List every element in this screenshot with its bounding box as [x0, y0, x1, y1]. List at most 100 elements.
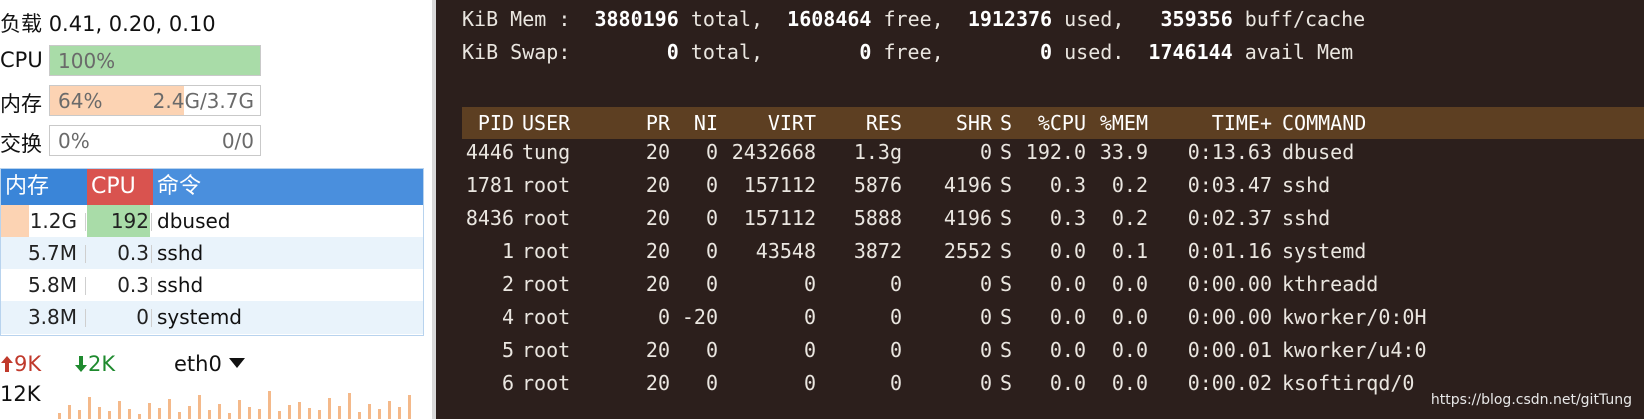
process-time-cell: 0:03.47 [1187, 173, 1272, 197]
process-user-cell: root [522, 272, 571, 296]
traffic-bar [408, 395, 411, 419]
traffic-bar [388, 401, 391, 419]
column-header-mem: %MEM [1099, 111, 1148, 135]
traffic-bar [218, 404, 221, 419]
traffic-bar [208, 410, 211, 419]
process-command: sshd [157, 273, 204, 297]
process-mem-cell: 0.0 [1111, 272, 1148, 296]
process-cpu-cell: 192 [87, 205, 153, 238]
swap-usage-bar: 0% 0/0 [49, 125, 261, 156]
process-s-cell: S [1000, 239, 1013, 263]
process-ni-cell: 0 [705, 272, 718, 296]
process-res-cell: 3872 [853, 239, 902, 263]
process-mem-value: 3.8M [27, 305, 77, 329]
process-user-cell: root [522, 206, 571, 230]
column-header-res: RES [865, 111, 902, 135]
traffic-bar [98, 407, 101, 419]
interface-name: eth0 [174, 352, 222, 376]
interface-selector[interactable]: eth0 [174, 352, 245, 376]
process-shr-cell: 0 [979, 140, 992, 164]
column-header-ni: NI [693, 111, 718, 135]
swap-avail: 1746144 [1148, 40, 1233, 64]
process-command-cell: kthreadd [1282, 272, 1379, 296]
process-command-cell: sshd [1282, 173, 1331, 197]
system-monitor-panel: 负载 0.41, 0.20, 0.10 CPU 100% 内存 64% 2.4G… [0, 0, 436, 419]
process-time-cell: 0:02.37 [1187, 206, 1272, 230]
process-row[interactable]: 5.7M 0.3 sshd [1, 237, 423, 270]
process-virt-cell: 0 [803, 338, 816, 362]
column-header-pr: PR [645, 111, 670, 135]
process-table-header: 内存 CPU 命令 [1, 169, 425, 205]
process-s-cell: S [1000, 338, 1013, 362]
cell-separator [85, 277, 86, 295]
traffic-bar [348, 393, 351, 419]
swap-label-term: KiB Swap: [462, 40, 571, 64]
process-command: dbused [157, 209, 231, 233]
column-header-memory[interactable]: 内存 [1, 169, 87, 205]
process-row[interactable]: 1.2G 192 dbused [1, 205, 423, 238]
process-res-cell: 5876 [853, 173, 902, 197]
mem-free: 1608464 [787, 7, 872, 31]
traffic-bar [298, 402, 301, 419]
arrow-down-icon [75, 356, 87, 372]
column-header-cpu[interactable]: CPU [87, 169, 153, 205]
cpu-usage-text: 100% [58, 49, 116, 73]
traffic-bar [178, 412, 181, 419]
column-header-virt: VIRT [767, 111, 816, 135]
mem-summary-line: KiB Mem : 3880196 total, 1608464 free, 1… [462, 6, 1365, 32]
memory-usage-text: 64% [58, 89, 103, 113]
terminal-top-output: KiB Mem : 3880196 total, 1608464 free, 1… [436, 0, 1644, 419]
traffic-bar [368, 404, 371, 419]
process-mem-cell: 0.0 [1111, 338, 1148, 362]
traffic-bar [68, 405, 71, 419]
process-res-cell: 0 [889, 305, 902, 329]
traffic-bar [198, 395, 201, 419]
process-shr-cell: 0 [979, 272, 992, 296]
process-time-cell: 0:00.00 [1187, 305, 1272, 329]
traffic-bar [148, 403, 151, 419]
cell-separator [151, 213, 152, 231]
caret-down-icon[interactable] [228, 358, 245, 368]
cell-separator [85, 213, 86, 231]
process-mem-cell: 0.2 [1111, 173, 1148, 197]
column-header-pid: PID [477, 111, 514, 135]
traffic-bar [248, 407, 251, 419]
process-command-cell: dbused [1282, 140, 1355, 164]
process-ni-cell: 0 [705, 140, 718, 164]
process-virt-cell: 43548 [755, 239, 816, 263]
process-cpu-value: 0.3 [117, 273, 149, 297]
process-row[interactable]: 3.8M 0 systemd [1, 301, 423, 334]
swap-total: 0 [666, 40, 679, 64]
process-mem-fill [1, 205, 30, 238]
process-time-cell: 0:00.00 [1187, 272, 1272, 296]
traffic-bar [78, 410, 81, 419]
process-s-cell: S [1000, 140, 1013, 164]
traffic-bar [358, 412, 361, 419]
process-pr-cell: 20 [645, 173, 670, 197]
process-virt-cell: 2432668 [731, 140, 816, 164]
process-pid-cell: 5 [501, 338, 514, 362]
mem-used: 1912376 [967, 7, 1053, 31]
column-header-cpu: %CPU [1037, 111, 1086, 135]
process-pr-cell: 20 [645, 206, 670, 230]
watermark: https://blog.csdn.net/gitTung [1430, 392, 1632, 408]
cell-separator [85, 245, 86, 263]
process-cpu-value: 192 [110, 209, 149, 233]
traffic-bar [108, 411, 111, 419]
load-label: 负载 [0, 12, 42, 36]
process-mem-value: 1.2G [29, 209, 77, 233]
traffic-bar [308, 408, 311, 419]
process-row[interactable]: 5.8M 0.3 sshd [1, 269, 423, 302]
process-mem-cell: 5.8M [1, 269, 87, 302]
column-header-user: USER [522, 111, 571, 135]
mem-total-label: total, [690, 7, 764, 31]
traffic-bar [288, 405, 291, 419]
process-time-cell: 0:00.02 [1187, 371, 1272, 395]
process-res-cell: 1.3g [853, 140, 902, 164]
column-header-command[interactable]: 命令 [153, 169, 423, 205]
process-shr-cell: 0 [979, 338, 992, 362]
process-s-cell: S [1000, 272, 1013, 296]
process-s-cell: S [1000, 206, 1013, 230]
process-mem-cell: 0.1 [1111, 239, 1148, 263]
process-shr-cell: 0 [979, 305, 992, 329]
